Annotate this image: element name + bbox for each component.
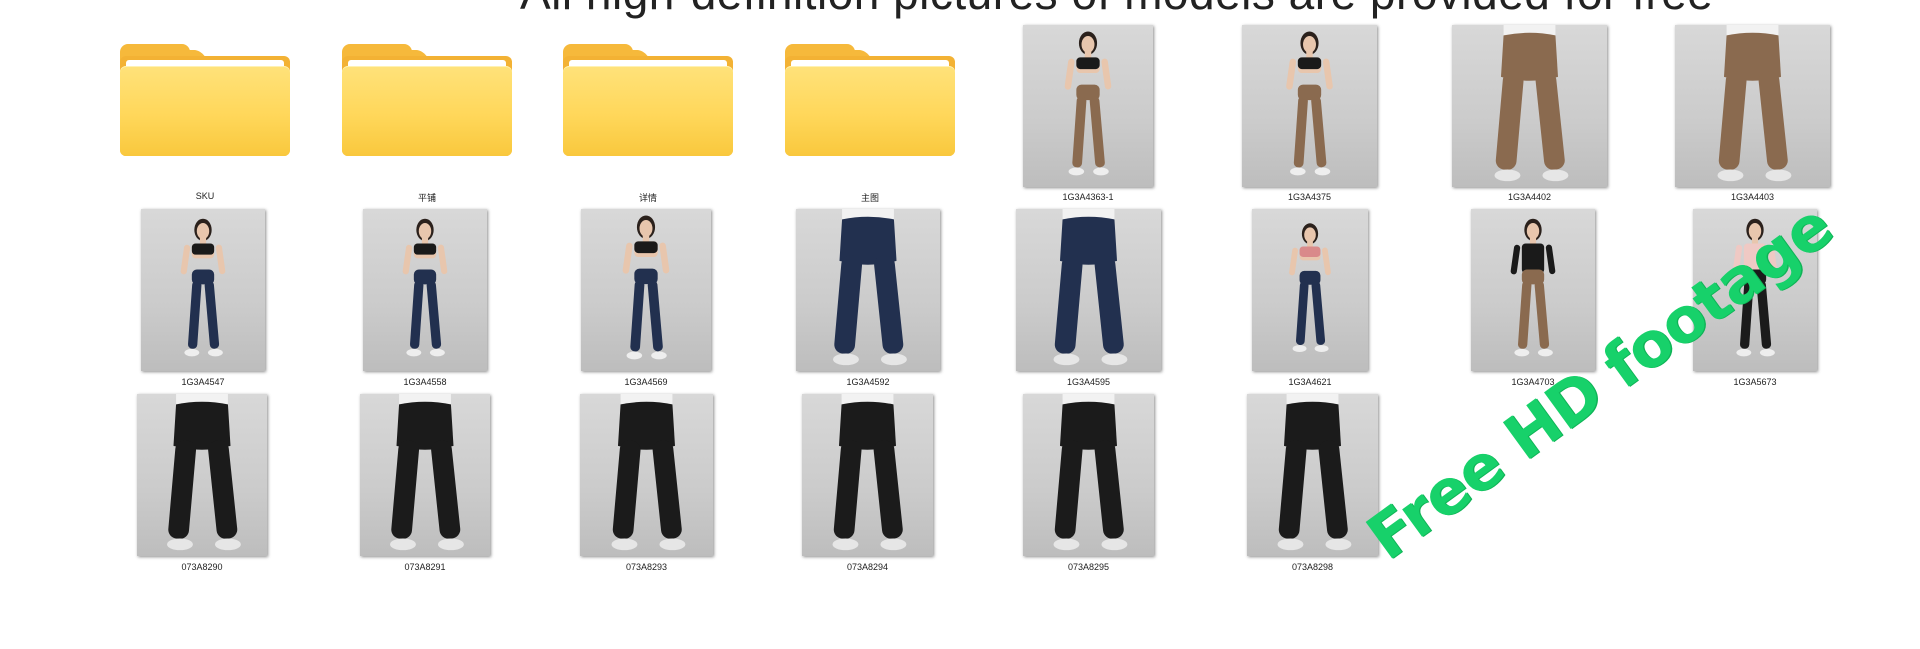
folder-tile-sku[interactable]: SKU [120,44,290,204]
photo-tile[interactable]: 1G3A4402 [1452,25,1607,205]
model-photo [1452,25,1607,187]
photo-label: 1G3A4375 [1287,192,1332,202]
model-figure [1277,394,1352,551]
photo-tile[interactable]: 073A8294 [802,394,933,574]
model-photo [1252,209,1368,371]
photo-label: 073A8291 [404,562,446,572]
model-figure [402,218,448,357]
photo-tile[interactable]: 1G3A4363-1 [1023,25,1153,205]
model-figure [622,215,670,360]
model-figure [1494,25,1569,182]
model-photo [360,394,490,556]
photo-tile[interactable]: 1G3A4375 [1242,25,1377,205]
photo-tile[interactable]: 1G3A4569 [581,209,711,389]
photo-label: 073A8290 [181,562,223,572]
model-photo [1247,394,1378,556]
folder-label: SKU [195,191,215,201]
model-photo [1471,209,1595,371]
model-photo [363,209,487,371]
folder-icon [342,44,512,164]
model-photo [802,394,933,556]
folder-icon [785,44,955,164]
model-photo [1675,25,1830,187]
model-photo [137,394,267,556]
folder-label: 详情 [638,193,657,203]
model-figure [1064,31,1112,176]
model-photo [1023,25,1153,187]
photo-tile[interactable]: 073A8295 [1023,394,1154,574]
folder-label: 主图 [860,193,879,203]
model-photo [580,394,713,556]
photo-label: 073A8295 [1067,562,1110,572]
folder-tile-detail[interactable]: 详情 [563,44,733,204]
photo-label: 1G3A4569 [624,377,668,387]
model-photo [796,209,940,371]
photo-label: 073A8293 [625,562,668,572]
model-photo [141,209,265,371]
folder-tile-main[interactable]: 主图 [785,44,955,204]
model-figure [1053,394,1128,551]
photo-tile[interactable]: 073A8298 [1247,394,1378,574]
model-figure [1289,223,1331,353]
photo-tile[interactable]: 1G3A4592 [796,209,940,389]
model-figure [833,209,907,366]
model-photo [1023,394,1154,556]
photo-tile[interactable]: 073A8290 [137,394,267,574]
model-figure [390,394,464,551]
photo-label: 1G3A4363-1 [1062,192,1114,202]
model-figure [1286,31,1333,176]
photo-tile[interactable]: 073A8293 [580,394,713,574]
model-figure [611,394,686,551]
photo-tile[interactable]: 1G3A4621 [1252,209,1368,389]
model-figure [1510,218,1556,357]
model-figure [167,394,241,551]
model-photo [1016,209,1161,371]
model-figure [180,218,226,357]
photo-tile[interactable]: 073A8291 [360,394,490,574]
folder-icon [563,44,733,164]
folder-icon [120,44,290,164]
folder-tile-flat[interactable]: 平铺 [342,44,512,204]
model-photo [1242,25,1377,187]
model-photo [581,209,711,371]
photo-label: 1G3A4547 [181,377,225,387]
photo-tile[interactable]: 1G3A4547 [141,209,265,389]
photo-label: 073A8298 [1291,562,1334,572]
photo-tile[interactable]: 1G3A4595 [1016,209,1161,389]
photo-label: 1G3A4595 [1066,377,1111,387]
photo-label: 1G3A4558 [403,377,447,387]
photo-label: 073A8294 [846,562,889,572]
model-figure [1053,209,1128,366]
model-figure [1717,25,1792,182]
photo-label: 1G3A4621 [1288,377,1332,387]
photo-label: 1G3A5673 [1733,377,1777,387]
model-figure [832,394,907,551]
folder-label: 平铺 [417,193,436,203]
photo-tile[interactable]: 1G3A4403 [1675,25,1830,205]
page-headline: All high-definition pictures of models a… [520,0,1713,20]
photo-tile[interactable]: 1G3A4558 [363,209,487,389]
photo-label: 1G3A4592 [846,377,890,387]
photo-label: 1G3A4402 [1507,192,1552,202]
